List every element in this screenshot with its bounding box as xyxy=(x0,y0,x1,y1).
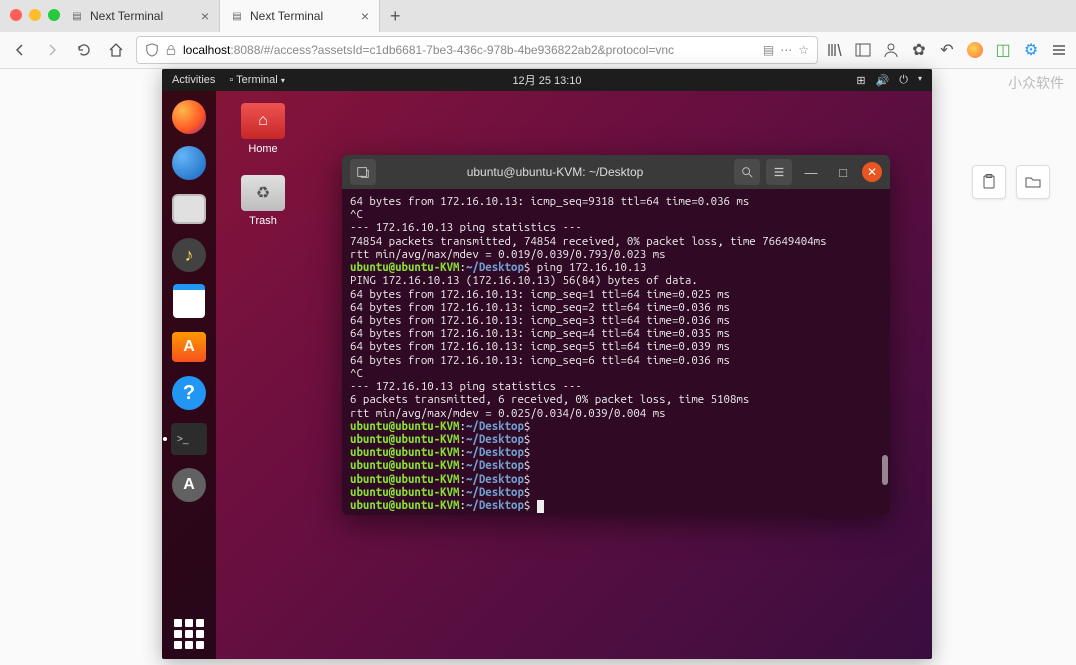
back-button[interactable] xyxy=(8,38,32,62)
scrollbar-thumb[interactable] xyxy=(882,455,888,485)
trash-icon: ♻ xyxy=(241,175,285,211)
desktop-icons: ⌂ Home ♻ Trash xyxy=(232,103,294,227)
browser-tab-1[interactable]: ▤ Next Terminal × xyxy=(60,0,220,32)
activities-button[interactable]: Activities xyxy=(172,74,215,86)
ubuntu-dock: ♪ ? >_ A xyxy=(162,91,216,659)
forward-button[interactable] xyxy=(40,38,64,62)
browser-tab-2[interactable]: ▤ Next Terminal × xyxy=(220,0,380,32)
desktop-icon-trash[interactable]: ♻ Trash xyxy=(232,175,294,227)
tab-bar: ▤ Next Terminal × ▤ Next Terminal × + xyxy=(0,0,1076,32)
minimize-window-button[interactable] xyxy=(29,9,41,21)
terminal-title: ubuntu@ubuntu-KVM: ~/Desktop xyxy=(382,165,728,179)
icon-label: Trash xyxy=(249,215,277,227)
clipboard-button[interactable] xyxy=(972,165,1006,199)
terminal-headerbar: ubuntu@ubuntu-KVM: ~/Desktop — □ ✕ xyxy=(342,155,890,189)
close-tab-icon[interactable]: × xyxy=(361,8,369,24)
network-icon[interactable]: ⊞ xyxy=(856,74,865,87)
lock-icon xyxy=(165,44,177,56)
sidebar-icon[interactable] xyxy=(854,41,872,59)
volume-icon[interactable]: 🔊 xyxy=(876,74,890,87)
files-button[interactable] xyxy=(1016,165,1050,199)
dock-libreoffice-writer[interactable] xyxy=(169,281,209,321)
bookmark-star-icon[interactable]: ☆ xyxy=(798,43,809,57)
home-button[interactable] xyxy=(104,38,128,62)
url-bar[interactable]: localhost:8088/#/access?assetsId=c1db668… xyxy=(136,36,818,64)
extension-icon-2[interactable]: ↶ xyxy=(938,41,956,59)
extension-icon-5[interactable]: ⚙ xyxy=(1022,41,1040,59)
nav-bar: localhost:8088/#/access?assetsId=c1db668… xyxy=(0,32,1076,68)
library-icon[interactable] xyxy=(826,41,844,59)
floating-toolbar xyxy=(972,165,1050,199)
dock-ubuntu-software[interactable] xyxy=(169,327,209,367)
app-menu[interactable]: ▫ Terminal ▾ xyxy=(229,74,284,86)
dock-software-updater[interactable]: A xyxy=(169,465,209,505)
new-tab-button[interactable] xyxy=(350,159,376,185)
close-button[interactable]: ✕ xyxy=(862,162,882,182)
terminal-window[interactable]: ubuntu@ubuntu-KVM: ~/Desktop — □ ✕ 64 by… xyxy=(342,155,890,515)
watermark-text: 小众软件 xyxy=(1008,73,1064,93)
dock-files[interactable] xyxy=(169,189,209,229)
dock-show-applications[interactable] xyxy=(174,619,204,649)
page-actions-icon[interactable]: ⋯ xyxy=(780,43,792,57)
dock-help[interactable]: ? xyxy=(169,373,209,413)
shield-icon xyxy=(145,43,159,57)
close-window-button[interactable] xyxy=(10,9,22,21)
maximize-window-button[interactable] xyxy=(48,9,60,21)
gnome-topbar: Activities ▫ Terminal ▾ 12月 25 13:10 ⊞ 🔊… xyxy=(162,69,932,91)
menu-icon[interactable] xyxy=(1050,41,1068,59)
url-text: localhost:8088/#/access?assetsId=c1db668… xyxy=(183,43,757,57)
reload-button[interactable] xyxy=(72,38,96,62)
home-folder-icon: ⌂ xyxy=(241,103,285,139)
extension-icon-4[interactable]: ◫ xyxy=(994,41,1012,59)
dock-terminal[interactable]: >_ xyxy=(169,419,209,459)
account-icon[interactable] xyxy=(882,41,900,59)
search-button[interactable] xyxy=(734,159,760,185)
extension-icon-3[interactable] xyxy=(966,41,984,59)
icon-label: Home xyxy=(248,143,277,155)
vnc-desktop[interactable]: Activities ▫ Terminal ▾ 12月 25 13:10 ⊞ 🔊… xyxy=(162,69,932,659)
browser-chrome: ▤ Next Terminal × ▤ Next Terminal × + lo… xyxy=(0,0,1076,69)
page-content: 小众软件 Activities ▫ Terminal ▾ 12月 25 13:1… xyxy=(0,69,1076,665)
window-controls xyxy=(10,9,60,21)
toolbar-right: ✿ ↶ ◫ ⚙ xyxy=(826,41,1068,59)
tab-label: Next Terminal xyxy=(250,9,323,23)
tab-label: Next Terminal xyxy=(90,9,163,23)
reader-mode-icon[interactable]: ▤ xyxy=(763,43,774,57)
desktop-icon-home[interactable]: ⌂ Home xyxy=(232,103,294,155)
clock[interactable]: 12月 25 13:10 xyxy=(512,72,581,88)
hamburger-menu-button[interactable] xyxy=(766,159,792,185)
close-tab-icon[interactable]: × xyxy=(201,8,209,24)
dock-firefox[interactable] xyxy=(169,97,209,137)
minimize-button[interactable]: — xyxy=(798,159,824,185)
tab-favicon: ▤ xyxy=(230,9,244,23)
extension-icon-1[interactable]: ✿ xyxy=(910,41,928,59)
dock-rhythmbox[interactable]: ♪ xyxy=(169,235,209,275)
power-icon[interactable]: ⏻ xyxy=(899,74,908,87)
new-tab-button[interactable]: + xyxy=(380,6,411,27)
tab-favicon: ▤ xyxy=(70,9,84,23)
maximize-button[interactable]: □ xyxy=(830,159,856,185)
system-menu-chevron-icon[interactable]: ▾ xyxy=(918,74,922,87)
dock-thunderbird[interactable] xyxy=(169,143,209,183)
terminal-body[interactable]: 64 bytes from 172.16.10.13: icmp_seq=931… xyxy=(342,189,890,515)
